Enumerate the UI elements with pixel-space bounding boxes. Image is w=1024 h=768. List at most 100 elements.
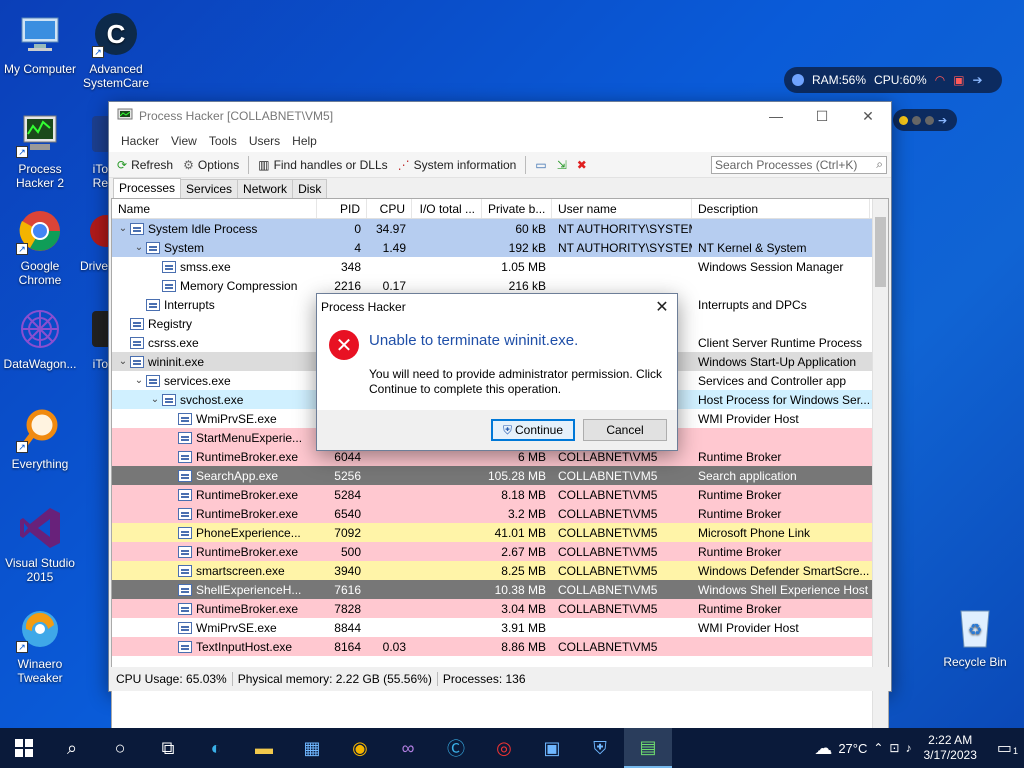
desktop-icon-itop-partial[interactable]: iTo Re <box>76 110 108 190</box>
process-hacker-taskbar-icon[interactable]: ▤ <box>624 728 672 768</box>
column-header-io-total[interactable]: I/O total ... <box>412 199 482 218</box>
notification-center-icon[interactable]: ▭ 1 <box>989 738 1020 758</box>
weather-temperature[interactable]: 27°C <box>838 741 867 756</box>
table-row[interactable]: ShellExperienceH... 7616 10.38 MB COLLABNET… <box>112 580 888 599</box>
options-button[interactable]: ⚙ Options <box>179 154 243 176</box>
cortana-icon[interactable]: ○ <box>96 728 144 768</box>
chrome-icon[interactable]: ◉ <box>336 728 384 768</box>
table-row[interactable]: RuntimeBroker.exe 6540 3.2 MB COLLABNET\VM5… <box>112 504 888 523</box>
title-bar[interactable]: Process Hacker [COLLABNET\VM5] — ☐ ✕ <box>109 102 891 130</box>
column-header-user-name[interactable]: User name <box>552 199 692 218</box>
menu-view[interactable]: View <box>165 134 203 148</box>
terminate-button[interactable]: ✖ <box>573 154 591 176</box>
table-row[interactable]: smartscreen.exe 3940 8.25 MB COLLABNET\VM5 W… <box>112 561 888 580</box>
desktop-icon-advanced-systemcare[interactable]: C ↗ Advanced SystemCare <box>76 10 156 90</box>
clock[interactable]: 2:22 AM 3/17/2023 <box>917 733 982 763</box>
desktop-icon-google-chrome[interactable]: ↗ Google Chrome <box>0 207 80 287</box>
cell-name: RuntimeBroker.exe <box>112 545 317 559</box>
task-view-icon[interactable]: ⧉ <box>144 728 192 768</box>
search-icon[interactable]: ⌕ <box>48 728 96 768</box>
table-row[interactable]: RuntimeBroker.exe 7828 3.04 MB COLLABNET\VM… <box>112 599 888 618</box>
maximize-icon[interactable]: ☐ <box>799 102 845 130</box>
tab-disk[interactable]: Disk <box>292 179 328 198</box>
scrollbar-thumb[interactable] <box>875 217 886 287</box>
store-icon[interactable]: ▦ <box>288 728 336 768</box>
cancel-button[interactable]: Cancel <box>583 419 667 441</box>
table-row[interactable]: SearchApp.exe 5256 105.28 MB COLLABNET\VM5 S… <box>112 466 888 485</box>
continue-button[interactable]: ⛨ Continue <box>491 419 575 441</box>
menu-users[interactable]: Users <box>243 134 286 148</box>
expand-chevron-icon[interactable]: ⌄ <box>116 223 130 234</box>
iobit-icon[interactable]: ◎ <box>480 728 528 768</box>
desktop-icon-my-computer[interactable]: My Computer <box>0 10 80 76</box>
volume-icon[interactable]: ♪ <box>905 741 911 755</box>
arrow-right-icon[interactable]: ➔ <box>973 73 983 87</box>
status-dots-widget[interactable]: ➔ <box>893 109 957 131</box>
cell-description: Windows Start-Up Application <box>698 354 857 369</box>
table-row[interactable]: TextInputHost.exe 8164 0.03 8.86 MB COLLABNE… <box>112 637 888 656</box>
expand-chevron-icon[interactable]: ⌄ <box>148 394 162 405</box>
window-arrow-button[interactable]: ⇲ <box>553 154 571 176</box>
table-row[interactable]: RuntimeBroker.exe 500 2.67 MB COLLABNET\VM5… <box>112 542 888 561</box>
table-row[interactable]: ⌄ System 4 1.49 192 kB NT AUTHORITY\SYSTEM NT … <box>112 238 888 257</box>
expand-chevron-icon[interactable]: ⌄ <box>132 375 146 386</box>
cell-private-bytes: 3.04 MB <box>501 601 546 616</box>
edge-icon[interactable]: ◐ <box>192 728 240 768</box>
menu-tools[interactable]: Tools <box>203 134 243 148</box>
system-monitor-widget[interactable]: RAM:56% CPU:60% ◠ ▣ ➔ <box>784 67 1002 93</box>
weather-cloud-icon[interactable]: ☁ <box>814 738 832 759</box>
table-row[interactable]: ⌄ System Idle Process 0 34.97 60 kB NT AUTHOR… <box>112 219 888 238</box>
process-icon <box>130 336 144 349</box>
table-row[interactable]: RuntimeBroker.exe 5284 8.18 MB COLLABNET\VM… <box>112 485 888 504</box>
column-header-description[interactable]: Description <box>692 199 870 218</box>
process-name: System Idle Process <box>148 221 258 236</box>
advanced-systemcare-icon[interactable]: Ⓒ <box>432 728 480 768</box>
expand-chevron-icon[interactable]: ⌄ <box>116 356 130 367</box>
desktop-icon-process-hacker[interactable]: ↗ Process Hacker 2 <box>0 110 80 190</box>
menu-hacker[interactable]: Hacker <box>115 134 165 148</box>
column-header-private-bytes[interactable]: Private b... <box>482 199 552 218</box>
find-handles-button[interactable]: ▥ Find handles or DLLs <box>254 154 391 176</box>
start-button[interactable] <box>0 728 48 768</box>
close-icon[interactable]: ✕ <box>647 297 677 317</box>
cell-private-bytes: 60 kB <box>515 221 546 236</box>
table-row[interactable]: smss.exe 348 1.05 MB Windows Session Manage… <box>112 257 888 276</box>
menu-help[interactable]: Help <box>286 134 323 148</box>
chevron-up-icon[interactable]: ⌃ <box>873 741 883 755</box>
process-name: WmiPrvSE.exe <box>196 411 277 426</box>
column-header-cpu[interactable]: CPU <box>367 199 412 218</box>
search-processes-input[interactable]: Search Processes (Ctrl+K) ⌕ <box>711 155 887 174</box>
dialog-message: You will need to provide administrator p… <box>369 367 663 396</box>
tab-network[interactable]: Network <box>237 179 294 198</box>
window-button[interactable]: ▭ <box>531 154 550 176</box>
tab-services[interactable]: Services <box>180 179 239 198</box>
network-icon[interactable]: ⊡ <box>889 741 899 755</box>
table-row[interactable]: WmiPrvSE.exe 8844 3.91 MB WMI Provider Host <box>112 618 888 637</box>
column-header-pid[interactable]: PID <box>317 199 367 218</box>
refresh-button[interactable]: ⟳ Refresh <box>113 154 177 176</box>
column-header-name[interactable]: Name <box>112 199 317 218</box>
arrow-right-icon[interactable]: ➔ <box>938 114 947 127</box>
desktop-icon-recycle-bin[interactable]: ♻ Recycle Bin <box>935 603 1015 669</box>
visual-studio-icon[interactable]: ∞ <box>384 728 432 768</box>
desktop-icon-drive-partial[interactable]: Drive <box>76 207 108 273</box>
driver-booster-icon[interactable]: ▣ <box>528 728 576 768</box>
expand-chevron-icon[interactable]: ⌄ <box>132 242 146 253</box>
table-row[interactable]: PhoneExperience... 7092 41.01 MB COLLABNET\… <box>112 523 888 542</box>
close-icon[interactable]: ✕ <box>845 102 891 130</box>
process-icon <box>178 621 192 634</box>
tab-processes[interactable]: Processes <box>113 178 182 198</box>
cell-pid: 8844 <box>334 620 361 635</box>
security-shield-icon[interactable]: ⛨ <box>576 728 624 768</box>
desktop-icon-datawagon[interactable]: DataWagon... <box>0 305 80 371</box>
desktop-icon-everything[interactable]: ↗ Everything <box>0 405 80 471</box>
cell-name: ⌄ System Idle Process <box>112 222 317 236</box>
dialog-title-bar[interactable]: Process Hacker ✕ <box>317 294 677 320</box>
minimize-icon[interactable]: — <box>753 102 799 130</box>
cell-user-name: NT AUTHORITY\SYSTEM <box>558 221 692 236</box>
system-information-button[interactable]: ⋰ System information <box>394 154 521 176</box>
desktop-icon-visual-studio[interactable]: Visual Studio 2015 <box>0 504 80 584</box>
desktop-icon-ito-partial[interactable]: iTo <box>76 305 108 371</box>
file-explorer-icon[interactable]: ▬ <box>240 728 288 768</box>
desktop-icon-winaero-tweaker[interactable]: ↗ Winaero Tweaker <box>0 605 80 685</box>
